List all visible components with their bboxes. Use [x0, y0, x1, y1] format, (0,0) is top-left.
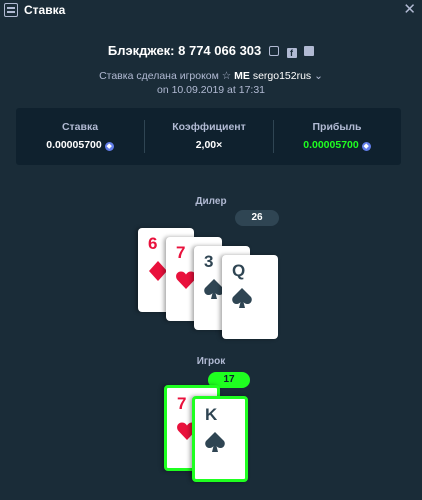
- placed-by-text: Ставка сделана игроком: [99, 70, 219, 82]
- dealer-card: Q: [222, 255, 278, 339]
- bet-amount: 0.00005700: [46, 139, 102, 151]
- player-label: Игрок: [196, 356, 226, 367]
- star-icon[interactable]: ☆: [222, 70, 231, 82]
- dealer-label: Дилер: [195, 196, 227, 207]
- stat-profit-value: 0.00005700 ◆: [273, 139, 401, 151]
- twitter-icon[interactable]: [304, 46, 315, 56]
- stat-multiplier-label: Коэффициент: [172, 121, 246, 133]
- spade-icon: [232, 288, 252, 308]
- player-card: K: [192, 396, 248, 482]
- game-id-line: Блэкджек: 8 774 066 303 f: [0, 43, 422, 58]
- dealer-score: 26: [235, 210, 279, 226]
- card-rank: Q: [232, 261, 246, 280]
- stat-profit: Прибыль 0.00005700 ◆: [273, 121, 401, 151]
- ethereum-icon: ◆: [104, 142, 114, 151]
- card-rank: 6: [148, 234, 158, 253]
- user-badge: ME: [234, 70, 250, 82]
- ethereum-icon: ◆: [361, 142, 371, 151]
- card-rank: K: [205, 405, 218, 424]
- modal-header: Ставка ✕: [0, 0, 422, 22]
- placed-by-line: Ставка сделана игроком ☆ ME sergo152rus …: [0, 70, 422, 82]
- card-rank: 7: [176, 243, 186, 262]
- receipt-icon: [4, 3, 18, 17]
- game-id: Блэкджек: 8 774 066 303: [107, 43, 262, 58]
- stat-bet-label: Ставка: [61, 121, 99, 133]
- modal-title: Ставка: [24, 3, 66, 17]
- stat-multiplier-value: 2,00×: [195, 139, 223, 151]
- stat-profit-label: Прибыль: [312, 121, 362, 133]
- spade-icon: [205, 432, 225, 452]
- stat-bet: Ставка 0.00005700 ◆: [16, 121, 144, 151]
- copy-icon[interactable]: [268, 46, 279, 56]
- username-link[interactable]: sergo152rus: [253, 70, 311, 82]
- chevron-down-icon[interactable]: ⌄: [314, 70, 323, 82]
- bet-date: on 10.09.2019 at 17:31: [156, 84, 265, 96]
- profit-amount: 0.00005700: [303, 139, 359, 151]
- card-rank: 7: [177, 394, 187, 413]
- bet-stats-panel: Ставка 0.00005700 ◆ Коэффициент 2,00× При…: [16, 108, 401, 165]
- card-rank: 3: [204, 252, 214, 271]
- close-icon[interactable]: ✕: [403, 1, 416, 19]
- stat-bet-value: 0.00005700 ◆: [16, 139, 144, 151]
- stat-multiplier: Коэффициент 2,00×: [145, 121, 273, 151]
- facebook-icon[interactable]: f: [286, 48, 297, 58]
